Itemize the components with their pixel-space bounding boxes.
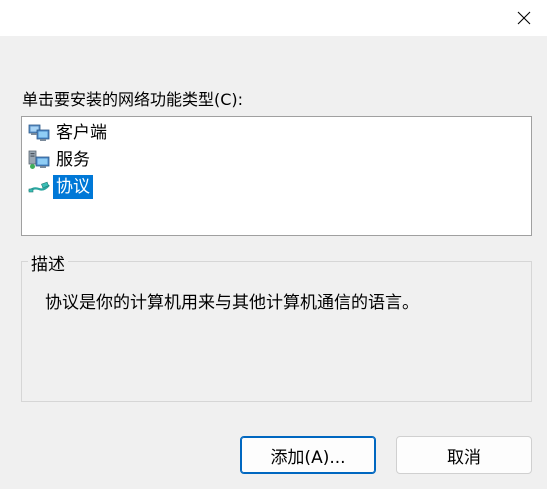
feature-type-list[interactable]: 客户端 服务 协议 [21, 116, 532, 236]
description-group [21, 261, 532, 402]
list-item-label: 协议 [53, 175, 93, 199]
list-item-label: 服务 [56, 150, 90, 170]
feature-type-label: 单击要安装的网络功能类型(C): [22, 90, 244, 109]
protocol-cable-icon [28, 181, 50, 193]
service-computer-icon [28, 150, 50, 169]
list-item-protocol[interactable]: 协议 [28, 174, 93, 200]
cancel-button[interactable]: 取消 [396, 436, 532, 474]
list-item-client[interactable]: 客户端 [28, 120, 110, 146]
list-item-label: 客户端 [56, 123, 107, 143]
title-bar [0, 0, 547, 36]
description-group-title: 描述 [28, 250, 68, 275]
close-icon [517, 11, 531, 25]
description-text: 协议是你的计算机用来与其他计算机通信的语言。 [45, 293, 419, 313]
list-item-service[interactable]: 服务 [28, 147, 93, 173]
client-computer-icon [28, 124, 50, 141]
close-button[interactable] [501, 0, 547, 36]
select-network-feature-dialog: 单击要安装的网络功能类型(C): 客户端 服务 协议 描述 协议是你的计算机用来… [0, 0, 547, 489]
add-button[interactable]: 添加(A)... [240, 436, 376, 474]
